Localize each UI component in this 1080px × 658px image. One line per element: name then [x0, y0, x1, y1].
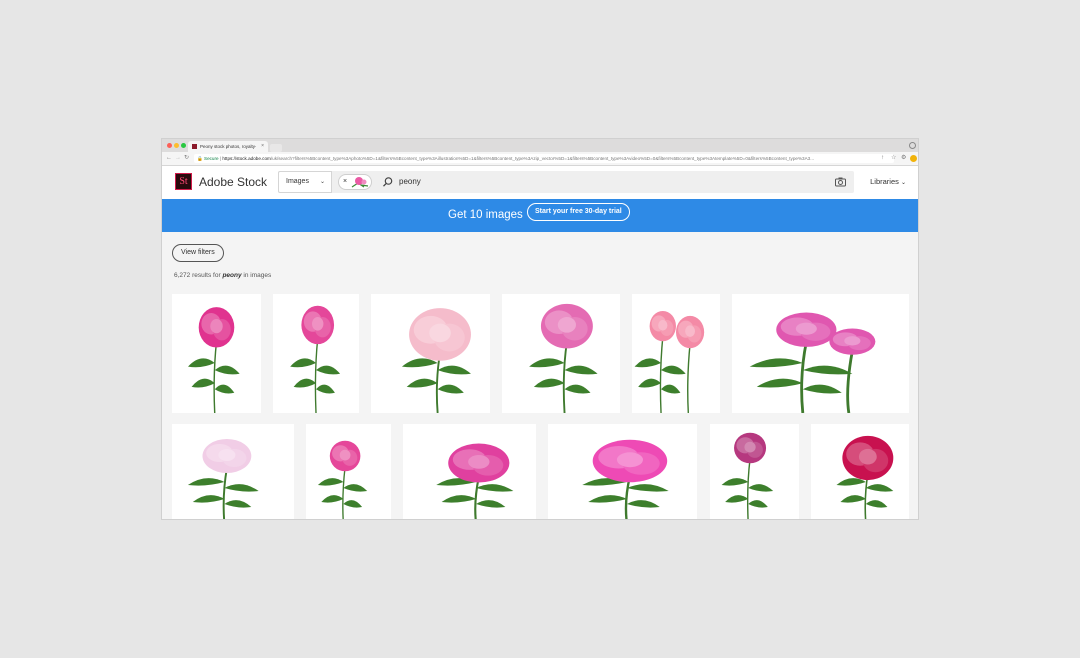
lock-icon: 🔒 [197, 156, 203, 161]
maximize-window-icon[interactable] [181, 143, 186, 148]
extension-icon[interactable] [910, 155, 917, 162]
results-count: 6,272 [174, 272, 191, 279]
image-result[interactable] [710, 424, 799, 519]
chevron-down-icon: ⌄ [900, 180, 906, 186]
search-icon[interactable] [382, 176, 394, 188]
image-result[interactable] [172, 424, 294, 519]
image-result[interactable] [273, 294, 359, 413]
peony-image [401, 308, 471, 413]
peony-image [188, 307, 240, 413]
remove-image-icon[interactable]: × [343, 177, 347, 187]
free-trial-button[interactable]: Start your free 30-day trial [527, 203, 630, 221]
address-bar: ← → ↻ 🔒 Secure | https://stock.adobe.com… [162, 152, 918, 166]
visual-search-thumbnail[interactable]: × [338, 174, 372, 190]
url-field[interactable]: 🔒 Secure | https://stock.adobe.com/uk/se… [194, 154, 894, 163]
peony-image [634, 310, 705, 413]
peony-image [290, 305, 341, 413]
search-bar: Images ⌄ × peony [278, 171, 854, 193]
minimize-window-icon[interactable] [174, 143, 179, 148]
image-result[interactable] [172, 294, 261, 413]
peony-image [436, 443, 514, 519]
view-filters-button[interactable]: View filters [172, 244, 224, 262]
image-result[interactable] [403, 424, 536, 519]
image-result[interactable] [548, 424, 697, 519]
peony-image [836, 435, 894, 519]
secure-label: Secure [204, 156, 219, 161]
results-term: peony [222, 272, 242, 279]
tab-close-icon[interactable]: × [261, 141, 264, 152]
tab-title: Peony stock photos, royalty-fr [200, 144, 256, 149]
content-type-dropdown[interactable]: Images ⌄ [278, 171, 332, 193]
back-icon[interactable]: ← [166, 154, 172, 163]
image-result[interactable] [371, 294, 490, 413]
peony-thumbnail-icon [351, 177, 369, 188]
libraries-label: Libraries [870, 177, 899, 186]
peony-image [317, 440, 368, 519]
image-result[interactable] [811, 424, 909, 519]
bookmark-star-icon[interactable]: ☆ [891, 154, 896, 163]
favicon-icon [192, 144, 197, 149]
image-result[interactable] [632, 294, 720, 413]
url-path: /uk/search?filters%5Bcontent_type%3Aphot… [270, 156, 815, 161]
results-summary: 6,272 results for peony in images [174, 271, 271, 280]
brand-name[interactable]: Adobe Stock [199, 174, 267, 190]
promo-text: Get 10 images [448, 209, 523, 221]
peony-image [187, 439, 259, 519]
results-prefix: results for [192, 272, 221, 279]
peony-image [721, 432, 774, 519]
profile-icon[interactable] [909, 142, 916, 149]
promo-banner: Get 10 images Start your free 30-day tri… [162, 199, 918, 232]
libraries-menu[interactable]: Libraries ⌄ [870, 174, 906, 191]
adobe-stock-logo[interactable]: St [175, 173, 192, 190]
chevron-down-icon: ⌄ [319, 179, 325, 185]
peony-image [582, 439, 669, 519]
share-icon[interactable]: ↑ [881, 154, 884, 163]
new-tab-button[interactable] [270, 144, 282, 152]
camera-icon[interactable] [835, 177, 846, 187]
results-suffix: in images [243, 272, 272, 279]
image-result[interactable] [306, 424, 391, 519]
site-header: St Adobe Stock Images ⌄ × peony Librarie… [162, 166, 918, 199]
tab-strip: Peony stock photos, royalty-fr × [162, 139, 918, 152]
peony-image [529, 303, 598, 413]
image-result[interactable] [732, 294, 909, 413]
url-host: https://stock.adobe.com [222, 156, 271, 161]
settings-icon[interactable]: ⚙ [901, 154, 906, 163]
peony-image [749, 312, 876, 413]
browser-window: Peony stock photos, royalty-fr × ← → ↻ 🔒… [162, 139, 918, 519]
content-type-label: Images [286, 178, 309, 185]
browser-tab[interactable]: Peony stock photos, royalty-fr × [188, 141, 268, 152]
search-input[interactable]: peony [399, 171, 421, 193]
close-window-icon[interactable] [167, 143, 172, 148]
image-result[interactable] [502, 294, 620, 413]
forward-icon[interactable]: → [175, 154, 181, 163]
reload-icon[interactable]: ↻ [184, 154, 189, 163]
